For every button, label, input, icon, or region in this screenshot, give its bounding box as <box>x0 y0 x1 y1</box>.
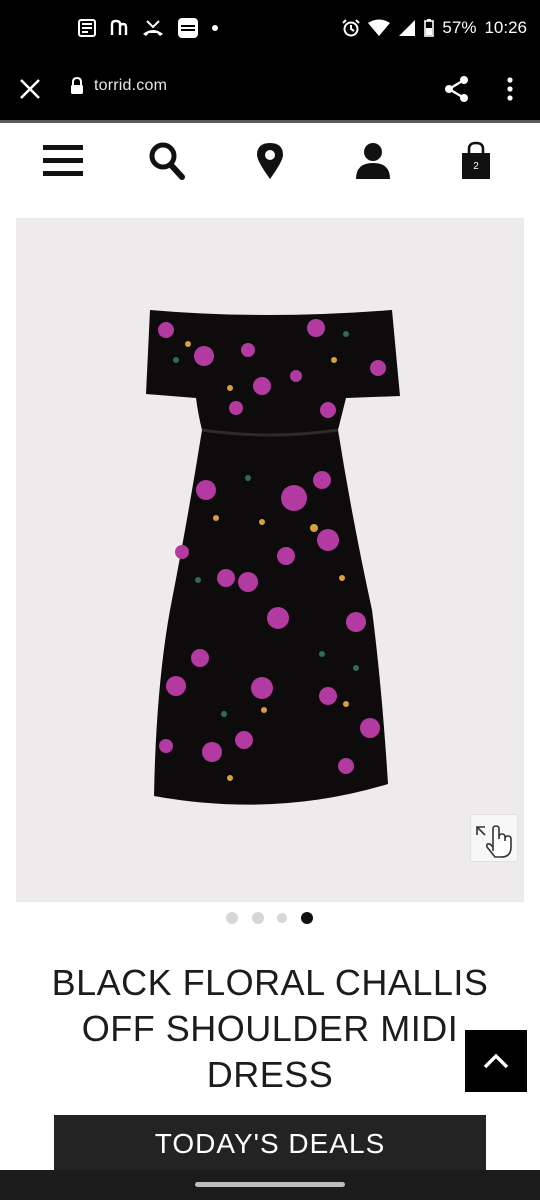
title-line: OFF SHOULDER MIDI <box>81 1008 459 1049</box>
cart-button[interactable]: 2 <box>461 141 491 181</box>
url-text: torrid.com <box>94 77 168 94</box>
more-vert-icon[interactable] <box>500 75 520 103</box>
carousel-dot[interactable] <box>226 912 238 924</box>
signal-icon <box>399 20 416 36</box>
battery-icon <box>424 19 435 37</box>
lock-icon <box>71 77 83 94</box>
zoom-button[interactable] <box>470 814 518 862</box>
free-stuff-icon <box>178 18 198 38</box>
todays-deals-banner[interactable]: TODAY'S DEALS <box>54 1115 486 1175</box>
notification-icons <box>78 18 218 38</box>
search-icon[interactable] <box>148 141 186 181</box>
product-image[interactable] <box>16 218 524 902</box>
account-icon[interactable] <box>355 141 391 181</box>
carousel-dot-active[interactable] <box>301 912 313 924</box>
home-gesture-handle[interactable] <box>195 1182 345 1187</box>
battery-percent: 57% <box>442 18 477 37</box>
carousel-dots <box>0 912 540 926</box>
close-icon[interactable] <box>18 77 42 101</box>
menu-icon[interactable] <box>43 141 83 181</box>
navigation-bar <box>0 1170 540 1200</box>
scroll-to-top-button[interactable] <box>465 1030 527 1092</box>
dress-photo <box>146 310 400 805</box>
cart-count-badge: 2 <box>473 161 479 172</box>
carousel-dot[interactable] <box>252 912 264 924</box>
news-icon <box>78 19 96 37</box>
product-title: BLACK FLORAL CHALLIS OFF SHOULDER MIDI D… <box>30 960 510 1098</box>
address-bar[interactable]: torrid.com <box>70 77 167 95</box>
title-line: DRESS <box>206 1054 334 1095</box>
site-nav: 2 <box>0 123 540 201</box>
clock: 10:26 <box>484 18 527 37</box>
missed-call-icon <box>143 20 163 36</box>
alarm-icon <box>342 19 361 37</box>
app-n-icon <box>110 19 128 35</box>
chevron-up-icon <box>483 1053 509 1069</box>
title-line: BLACK FLORAL CHALLIS <box>51 962 489 1003</box>
share-icon[interactable] <box>444 75 470 103</box>
wifi-icon <box>368 19 391 36</box>
carousel-dot[interactable] <box>277 913 287 923</box>
location-pin-icon[interactable] <box>255 141 285 181</box>
pinch-zoom-icon <box>476 825 512 858</box>
browser-toolbar: torrid.com <box>0 60 540 123</box>
status-bar: 57% 10:26 <box>0 0 540 60</box>
dot-icon <box>212 25 218 31</box>
